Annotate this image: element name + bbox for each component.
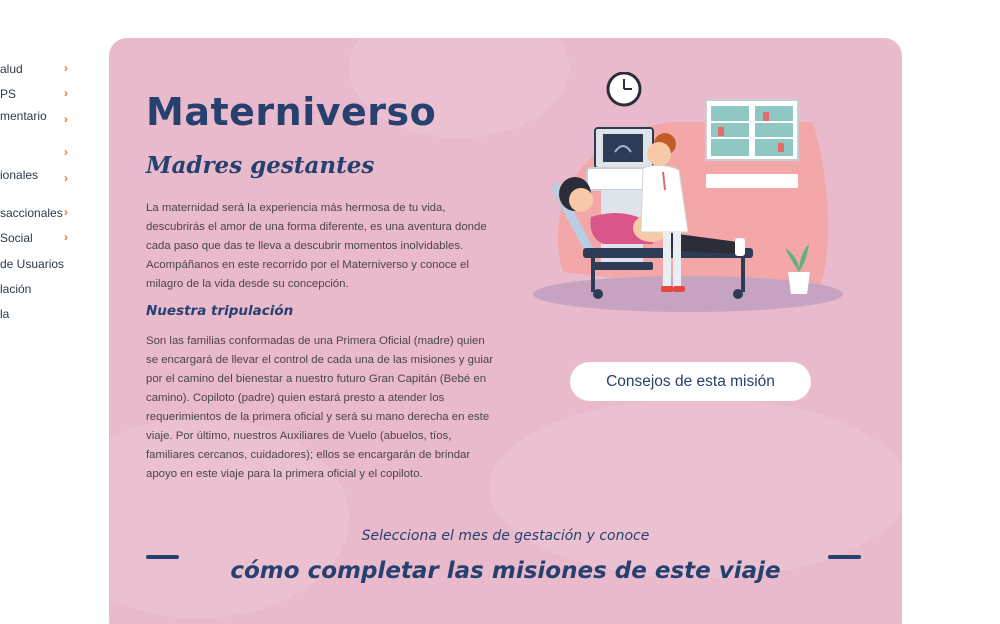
- sidebar-item-label: mentario: [0, 109, 47, 123]
- background-blob: [489, 398, 902, 578]
- page-title: Materniverso: [146, 90, 437, 134]
- sidebar-item-ips[interactable]: PS ›: [0, 86, 80, 104]
- crew-paragraph: Son las familias conformadas de una Prim…: [146, 335, 493, 480]
- pregnant-woman-ultrasound-illustration: [533, 72, 843, 312]
- sidebar-item-label: Social: [0, 231, 33, 245]
- sidebar-item-label: saccionales: [0, 206, 63, 220]
- page-subtitle: Madres gestantes: [146, 152, 375, 179]
- wall-panel: [706, 174, 798, 188]
- materniverso-card: Materniverso Madres gestantes La materni…: [109, 38, 902, 624]
- sidebar-item-label: alud: [0, 62, 23, 76]
- chevron-right-icon: ›: [64, 145, 68, 159]
- sidebar-item-label: de Usuarios: [0, 257, 65, 271]
- medicine-cabinet: [705, 99, 799, 161]
- sidebar-item-salud[interactable]: alud ›: [0, 61, 80, 79]
- sidebar-item-label: lación: [0, 282, 32, 296]
- select-month-prompt: Selecciona el mes de gestación y conoce: [361, 528, 650, 544]
- sidebar-item-la[interactable]: la: [0, 306, 80, 324]
- sidebar-item-social[interactable]: Social ›: [0, 230, 80, 248]
- missions-heading: cómo completar las misiones de este viaj…: [230, 558, 781, 584]
- sidebar-item-label: la: [0, 307, 10, 321]
- intro-paragraph: La maternidad será la experiencia más he…: [146, 202, 487, 290]
- sidebar-item-complementario[interactable]: mentario ›: [0, 108, 80, 126]
- chevron-right-icon: ›: [64, 112, 68, 126]
- sidebar-item-ionales[interactable]: ionales ›: [0, 167, 80, 185]
- chevron-right-icon: ›: [64, 86, 68, 100]
- wall-clock-icon: [606, 72, 642, 107]
- sidebar-item-transaccionales[interactable]: saccionales ›: [0, 205, 80, 223]
- chevron-right-icon: ›: [64, 61, 68, 75]
- sidebar-item-lacion[interactable]: lación: [0, 281, 80, 299]
- tips-button[interactable]: Consejos de esta misión: [570, 362, 811, 401]
- sidebar-item-usuarios[interactable]: de Usuarios: [0, 256, 80, 274]
- sidebar-item-empty[interactable]: ›: [0, 145, 80, 163]
- sidebar-item-label: ionales: [0, 168, 39, 182]
- chevron-right-icon: ›: [64, 171, 68, 185]
- sidebar-menu: alud › PS › mentario › › ionales › sacci…: [0, 0, 80, 624]
- chevron-right-icon: ›: [64, 230, 68, 244]
- crew-heading: Nuestra tripulación: [146, 303, 294, 319]
- chevron-right-icon: ›: [64, 205, 68, 219]
- sidebar-item-label: PS: [0, 87, 17, 101]
